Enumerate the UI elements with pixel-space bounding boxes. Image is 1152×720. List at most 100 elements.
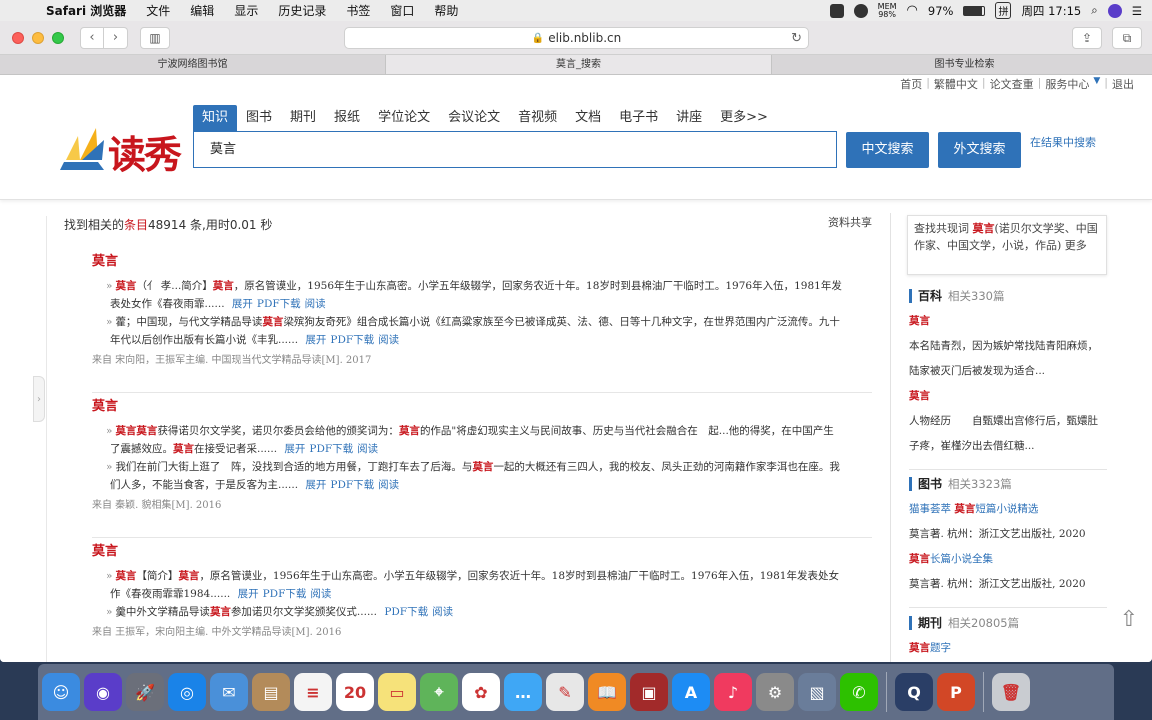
image-capture-icon[interactable]: ▧: [798, 673, 836, 711]
menu-help[interactable]: 帮助: [424, 2, 468, 19]
trash-icon[interactable]: 🗑: [992, 673, 1030, 711]
share-button[interactable]: ⇪: [1072, 27, 1102, 49]
music-icon[interactable]: ♪: [714, 673, 752, 711]
search-within-results-link[interactable]: 在结果中搜索: [1030, 134, 1096, 150]
link-traditional-chinese[interactable]: 繁體中文: [934, 76, 978, 92]
read-link[interactable]: 阅读: [378, 334, 399, 346]
duxiu-logo-text[interactable]: 读秀: [108, 124, 182, 179]
finder-icon[interactable]: ☺: [42, 673, 80, 711]
tab-book-advanced-search[interactable]: 图书专业检索: [772, 55, 1152, 74]
expand-link[interactable]: 展开: [305, 479, 326, 491]
journal-title-link[interactable]: 莫言题字: [909, 636, 1107, 661]
menu-edit[interactable]: 编辑: [180, 2, 224, 19]
preview-icon[interactable]: ✎: [546, 673, 584, 711]
close-window-button[interactable]: [12, 31, 24, 44]
sidebar-toggle-button[interactable]: ▥: [140, 26, 170, 49]
tab-theses[interactable]: 学位论文: [369, 105, 439, 131]
tab-ebooks[interactable]: 电子书: [610, 105, 667, 131]
tab-search-moyan[interactable]: 莫言_搜索: [386, 55, 772, 74]
pdf-download-link[interactable]: PDF下载: [330, 334, 374, 346]
calendar-icon[interactable]: 20: [336, 673, 374, 711]
link-logout[interactable]: 退出: [1112, 76, 1134, 92]
link-plagiarism-check[interactable]: 论文查重: [990, 76, 1034, 92]
reminders-icon[interactable]: ≡: [294, 673, 332, 711]
forward-button[interactable]: ›: [104, 26, 128, 49]
launchpad-icon[interactable]: 🚀: [126, 673, 164, 711]
read-link[interactable]: 阅读: [432, 606, 453, 618]
tab-conference-papers[interactable]: 会议论文: [439, 105, 509, 131]
section-heading[interactable]: 百科 相关330篇: [909, 289, 1107, 303]
pdf-download-link[interactable]: PDF下载: [309, 443, 353, 455]
expand-link[interactable]: 展开: [238, 588, 259, 600]
expand-link[interactable]: 展开: [232, 298, 253, 310]
show-tabs-button[interactable]: ⧉: [1112, 27, 1142, 49]
maps-icon[interactable]: ⌖: [420, 673, 458, 711]
address-bar[interactable]: 🔒 elib.nblib.cn ↻: [344, 27, 809, 49]
read-link[interactable]: 阅读: [357, 443, 378, 455]
search-input[interactable]: 莫言: [193, 131, 837, 168]
menu-bookmarks[interactable]: 书签: [336, 2, 380, 19]
clock[interactable]: 周四 17:15: [1021, 3, 1081, 19]
menu-file[interactable]: 文件: [136, 2, 180, 19]
tab-knowledge[interactable]: 知识: [193, 105, 238, 131]
photos-icon[interactable]: ✿: [462, 673, 500, 711]
read-link[interactable]: 阅读: [310, 588, 331, 600]
minimize-window-button[interactable]: [32, 31, 44, 44]
pdf-download-link[interactable]: PDF下载: [384, 606, 428, 618]
system-preferences-icon[interactable]: ⚙: [756, 673, 794, 711]
read-link[interactable]: 阅读: [305, 298, 326, 310]
menu-window[interactable]: 窗口: [380, 2, 424, 19]
back-to-top-icon[interactable]: ⇧: [1116, 606, 1142, 636]
pdf-download-link[interactable]: PDF下载: [257, 298, 301, 310]
foreign-search-button[interactable]: 外文搜索: [938, 132, 1021, 168]
menu-history[interactable]: 历史记录: [268, 2, 336, 19]
tab-ningbo-library[interactable]: 宁波网络图书馆: [0, 55, 386, 74]
link-home[interactable]: 首页: [900, 76, 922, 92]
expand-link[interactable]: 展开: [305, 334, 326, 346]
section-heading[interactable]: 图书 相关3323篇: [909, 477, 1107, 491]
result-title[interactable]: 莫言: [92, 250, 844, 269]
notes-icon[interactable]: ▭: [378, 673, 416, 711]
battery-percent[interactable]: 97%: [928, 4, 954, 18]
book-title-link[interactable]: 莫言长篇小说全集: [909, 547, 1107, 572]
cooccurrence-box[interactable]: 查找共现词 莫言(诺贝尔文学奖、中国作家、中国文学，小说，作品) 更多: [907, 215, 1107, 275]
expand-link[interactable]: 展开: [284, 443, 305, 455]
tab-newspapers[interactable]: 报纸: [325, 105, 369, 131]
tab-journals[interactable]: 期刊: [281, 105, 325, 131]
tab-documents[interactable]: 文档: [566, 105, 610, 131]
result-title[interactable]: 莫言: [92, 540, 844, 559]
siri-icon[interactable]: ◉: [84, 673, 122, 711]
siri-icon[interactable]: [1107, 3, 1122, 18]
result-title[interactable]: 莫言: [92, 395, 844, 414]
reload-button[interactable]: ↻: [791, 31, 802, 46]
section-heading[interactable]: 期刊 相关20805篇: [909, 616, 1107, 630]
input-method-icon[interactable]: 拼: [995, 2, 1012, 19]
screen-record-icon[interactable]: [829, 3, 844, 18]
photo-booth-icon[interactable]: ▣: [630, 673, 668, 711]
encyclopedia-title-link[interactable]: 莫言: [909, 309, 1107, 334]
tab-more[interactable]: 更多>>: [711, 105, 777, 131]
encyclopedia-title-link[interactable]: 莫言: [909, 384, 1107, 409]
pdf-download-link[interactable]: PDF下载: [330, 479, 374, 491]
left-panel-toggle[interactable]: ›: [33, 376, 45, 422]
battery-icon[interactable]: [963, 5, 986, 16]
app-store-icon[interactable]: A: [672, 673, 710, 711]
menu-safari[interactable]: Safari 浏览器: [36, 2, 136, 19]
books-icon[interactable]: 📖: [588, 673, 626, 711]
creative-cloud-icon[interactable]: [853, 3, 868, 18]
tab-audio-video[interactable]: 音视频: [509, 105, 566, 131]
pdf-download-link[interactable]: PDF下载: [263, 588, 307, 600]
wechat-icon[interactable]: ✆: [840, 673, 878, 711]
book-title-link[interactable]: 猫事荟萃 莫言短篇小说精选: [909, 497, 1107, 522]
menu-view[interactable]: 显示: [224, 2, 268, 19]
back-button[interactable]: ‹: [80, 26, 104, 49]
contacts-icon[interactable]: ▤: [252, 673, 290, 711]
link-service-center[interactable]: 服务中心: [1045, 76, 1089, 92]
notification-center-icon[interactable]: ☰: [1132, 4, 1142, 18]
memory-indicator[interactable]: MEM 98%: [878, 2, 897, 19]
resource-share-link[interactable]: 资料共享: [828, 214, 872, 230]
tab-books[interactable]: 图书: [237, 105, 281, 131]
read-link[interactable]: 阅读: [378, 479, 399, 491]
fullscreen-window-button[interactable]: [52, 31, 64, 44]
safari-icon[interactable]: ◎: [168, 673, 206, 711]
